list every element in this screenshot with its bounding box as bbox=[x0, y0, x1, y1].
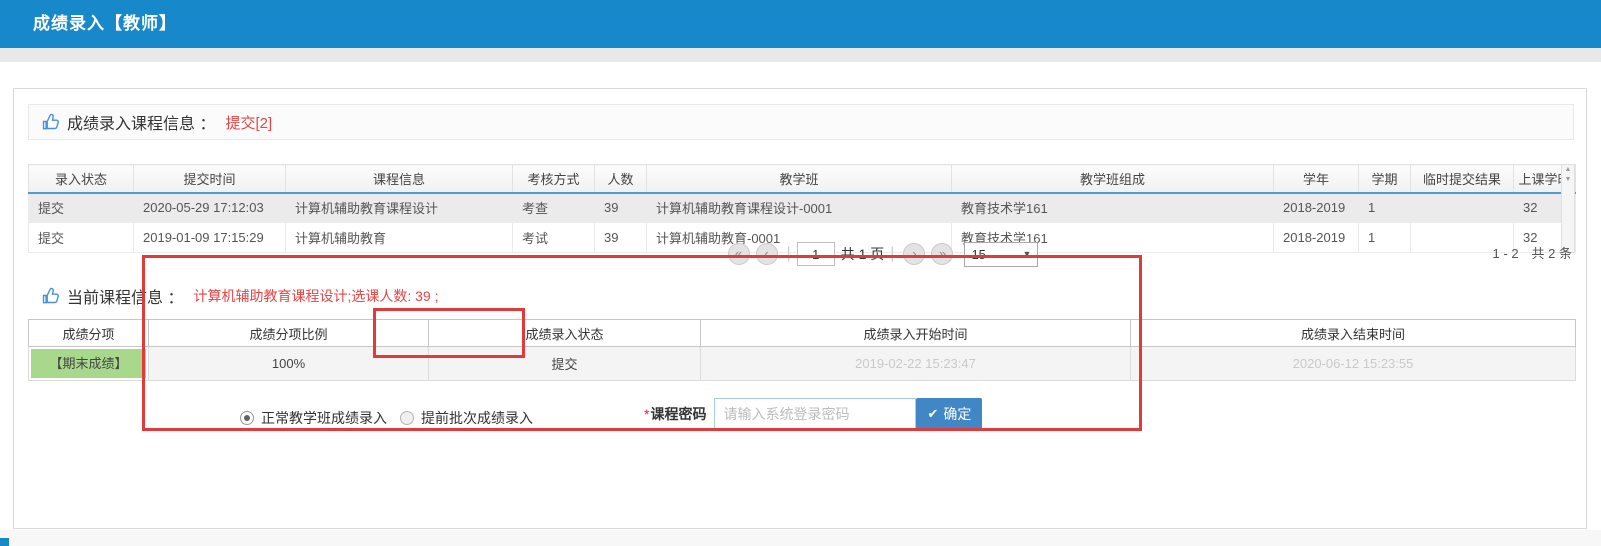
final-grade-badge[interactable]: 【期末成绩】 bbox=[31, 349, 146, 378]
cell-class-composition: 教育技术学161 bbox=[952, 193, 1274, 223]
col-school-year[interactable]: 学年 bbox=[1274, 165, 1359, 193]
course-info-section-header: 成绩录入课程信息 ： 提交[2] bbox=[28, 104, 1574, 140]
col-term[interactable]: 学期 bbox=[1359, 165, 1411, 193]
section1-title: 成绩录入课程信息 ： bbox=[67, 110, 215, 134]
pagination-separator: | bbox=[890, 245, 894, 263]
cell-entry-status: 提交 bbox=[29, 193, 134, 223]
grade-item-row[interactable]: 【期末成绩】 100% 提交 2019-02-22 15:23:47 2020-… bbox=[29, 347, 1576, 381]
cell-teaching-class: 计算机辅助教育课程设计-0001 bbox=[647, 193, 952, 223]
col-entry-end-time: 成绩录入结束时间 bbox=[1131, 320, 1576, 347]
cell-course-info: 计算机辅助教育课程设计 bbox=[286, 193, 513, 223]
corner-blue-marker bbox=[0, 538, 9, 546]
page-title: 成绩录入【教师】 bbox=[33, 0, 177, 48]
radio-selected-icon[interactable] bbox=[240, 411, 254, 425]
radio-advance-batch-option[interactable]: 提前批次成绩录入 bbox=[400, 406, 533, 430]
pagination-separator: | bbox=[787, 245, 791, 263]
col-course-info[interactable]: 课程信息 bbox=[286, 165, 513, 193]
last-page-button[interactable]: » bbox=[931, 243, 953, 265]
section2-title: 当前课程信息 ： bbox=[67, 284, 183, 308]
current-course-detail: 计算机辅助教育课程设计;选课人数: 39 ; bbox=[193, 286, 438, 306]
col-exam-type[interactable]: 考核方式 bbox=[513, 165, 595, 193]
page-size-value: 15 bbox=[971, 247, 985, 262]
chevron-down-icon: ▼ bbox=[1023, 249, 1032, 259]
submit-count-link[interactable]: 提交[2] bbox=[225, 112, 272, 133]
radio-normal-entry-option[interactable]: 正常教学班成绩录入 bbox=[240, 406, 387, 430]
cell-term: 1 bbox=[1359, 193, 1411, 223]
password-input[interactable] bbox=[714, 398, 916, 430]
total-pages-label: 共 1 页 bbox=[841, 244, 885, 264]
first-page-button[interactable]: « bbox=[728, 243, 750, 265]
radio-advance-label[interactable]: 提前批次成绩录入 bbox=[421, 408, 533, 428]
course-row-1[interactable]: 提交 2020-05-29 17:12:03 计算机辅助教育课程设计 考查 39… bbox=[29, 193, 1576, 223]
page-size-select[interactable]: 15 ▼ bbox=[964, 242, 1038, 267]
course-password-form: * 课程密码 ✔ 确定 bbox=[644, 398, 982, 430]
pagination-bar: « ‹ | 共 1 页 | › » 15 ▼ bbox=[108, 239, 1601, 269]
grade-entry-page: 成绩录入【教师】 成绩录入课程信息 ： 提交[2] 录入状态 提交时间 bbox=[0, 0, 1601, 546]
scroll-down-icon[interactable]: ▼ bbox=[1562, 175, 1574, 185]
grade-ratio-cell: 100% bbox=[149, 347, 429, 381]
record-range-label: 1 - 2 共 2 条 bbox=[1493, 239, 1572, 269]
col-submit-time[interactable]: 提交时间 bbox=[134, 165, 286, 193]
col-teaching-class[interactable]: 教学班 bbox=[647, 165, 952, 193]
scroll-up-icon[interactable]: ▲ bbox=[1562, 165, 1574, 175]
page-header-bar: 成绩录入【教师】 bbox=[0, 0, 1601, 48]
confirm-button-label: 确定 bbox=[943, 404, 971, 424]
cell-school-year: 2018-2019 bbox=[1274, 193, 1359, 223]
grade-item-table: 成绩分项 成绩分项比例 成绩录入状态 成绩录入开始时间 成绩录入结束时间 【期末… bbox=[28, 319, 1575, 381]
check-icon: ✔ bbox=[928, 406, 939, 422]
col-temp-result[interactable]: 临时提交结果 bbox=[1411, 165, 1514, 193]
course-table-header-row: 录入状态 提交时间 课程信息 考核方式 人数 教学班 教学班组成 学年 学期 临… bbox=[29, 165, 1576, 193]
bottom-strip bbox=[0, 530, 1601, 546]
col-entry-status[interactable]: 录入状态 bbox=[29, 165, 134, 193]
cell-count: 39 bbox=[595, 193, 647, 223]
current-course-section-header: 当前课程信息 ： 计算机辅助教育课程设计;选课人数: 39 ; bbox=[41, 282, 438, 310]
col-entry-start-time: 成绩录入开始时间 bbox=[701, 320, 1131, 347]
required-mark: * bbox=[644, 406, 649, 422]
col-grade-item: 成绩分项 bbox=[29, 320, 149, 347]
page-number-input[interactable] bbox=[797, 242, 835, 266]
cell-temp-result bbox=[1411, 193, 1514, 223]
confirm-button[interactable]: ✔ 确定 bbox=[916, 398, 982, 430]
next-page-button[interactable]: › bbox=[903, 243, 925, 265]
grade-item-header-row: 成绩分项 成绩分项比例 成绩录入状态 成绩录入开始时间 成绩录入结束时间 bbox=[29, 320, 1576, 347]
entry-start-cell: 2019-02-22 15:23:47 bbox=[701, 347, 1131, 381]
pointing-hand-icon bbox=[41, 286, 61, 306]
entry-status-cell: 提交 bbox=[429, 347, 701, 381]
col-class-composition[interactable]: 教学班组成 bbox=[952, 165, 1274, 193]
pointing-hand-icon bbox=[41, 112, 61, 132]
cell-submit-time: 2020-05-29 17:12:03 bbox=[134, 193, 286, 223]
col-grade-ratio: 成绩分项比例 bbox=[149, 320, 429, 347]
radio-unselected-icon[interactable] bbox=[400, 411, 414, 425]
cell-exam-type: 考查 bbox=[513, 193, 595, 223]
col-entry-status: 成绩录入状态 bbox=[429, 320, 701, 347]
password-label: 课程密码 bbox=[650, 404, 706, 424]
col-count[interactable]: 人数 bbox=[595, 165, 647, 193]
radio-normal-label[interactable]: 正常教学班成绩录入 bbox=[261, 408, 387, 428]
grade-item-cell: 【期末成绩】 bbox=[29, 347, 149, 381]
main-panel: 成绩录入课程信息 ： 提交[2] 录入状态 提交时间 课程信息 考核方式 人数 … bbox=[13, 88, 1587, 529]
entry-end-cell: 2020-06-12 15:23:55 bbox=[1131, 347, 1576, 381]
header-divider-strip bbox=[0, 48, 1601, 62]
prev-page-button[interactable]: ‹ bbox=[756, 243, 778, 265]
